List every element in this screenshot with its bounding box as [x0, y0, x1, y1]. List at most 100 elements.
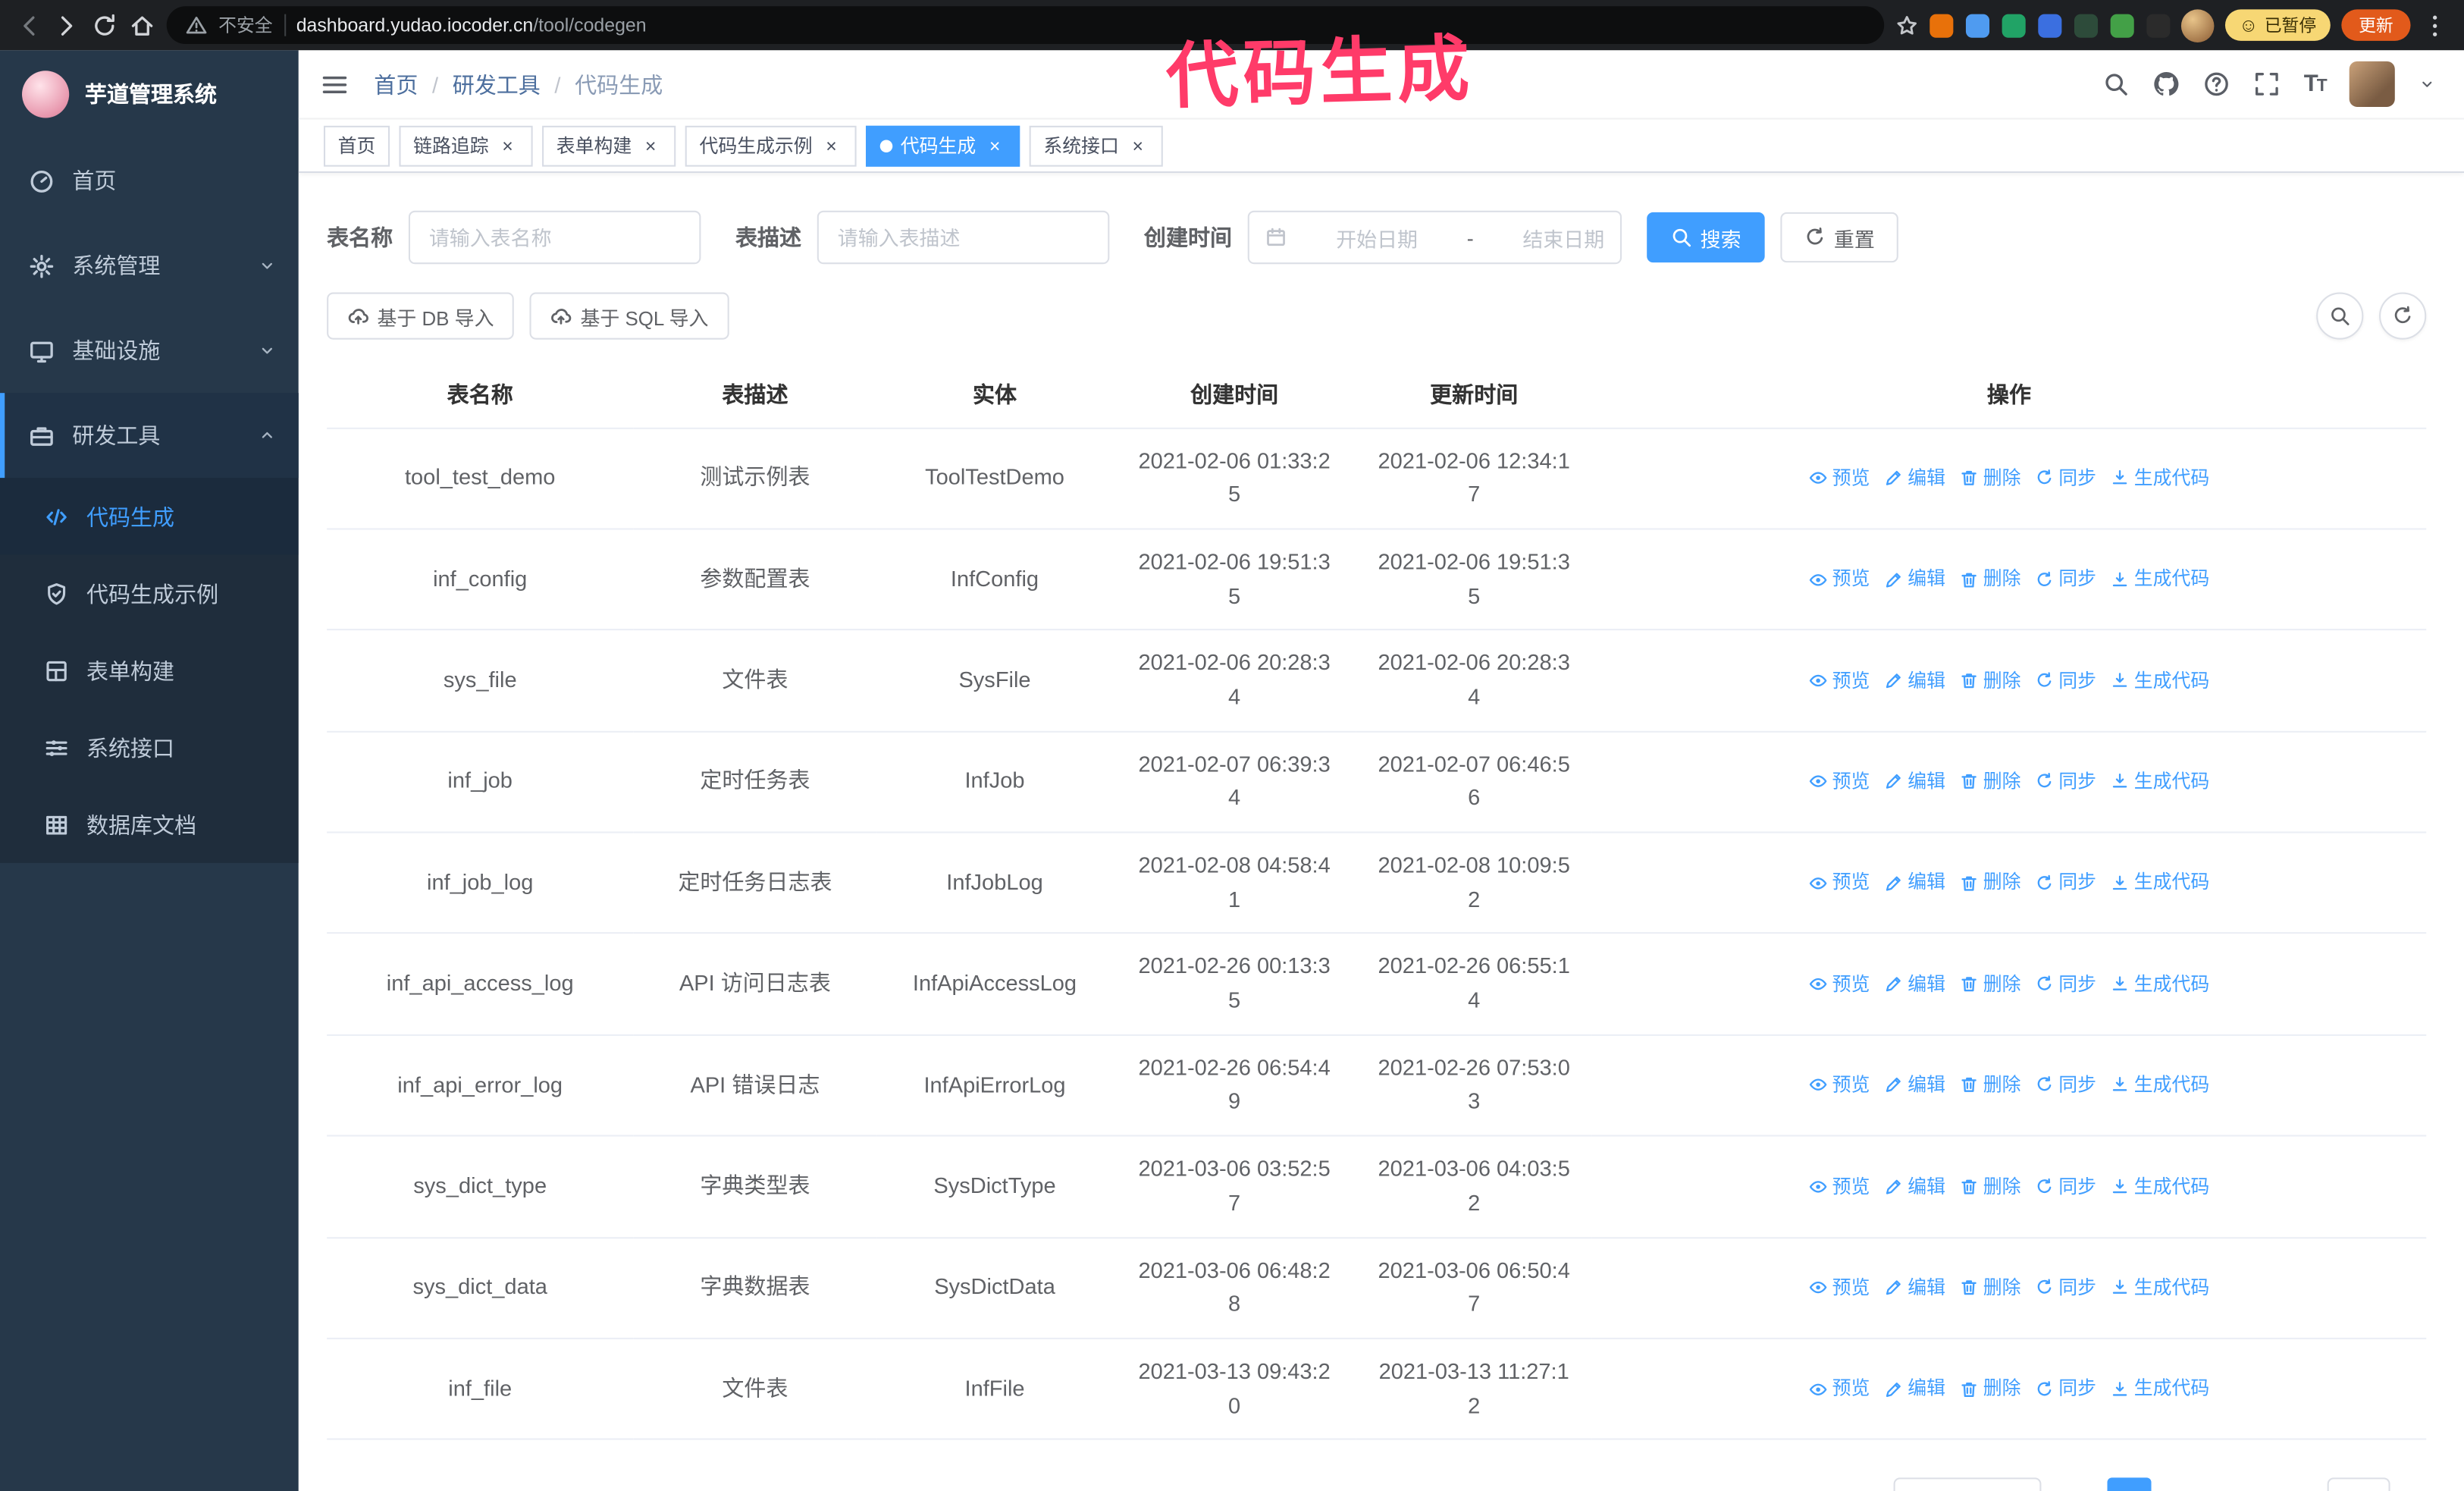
action-preview-link[interactable]: 预览: [1809, 767, 1870, 797]
browser-home-icon[interactable]: [129, 12, 155, 39]
sidebar-item-system-api[interactable]: 系统接口: [0, 709, 299, 786]
action-delete-link[interactable]: 删除: [1960, 969, 2020, 999]
action-sync-link[interactable]: 同步: [2035, 1374, 2096, 1404]
action-sync-link[interactable]: 同步: [2035, 1172, 2096, 1201]
action-sync-link[interactable]: 同步: [2035, 868, 2096, 898]
action-preview-link[interactable]: 预览: [1809, 1172, 1870, 1201]
extension-icon[interactable]: [2037, 13, 2061, 37]
browser-menu-icon[interactable]: [2422, 12, 2448, 39]
close-icon[interactable]: ×: [1127, 134, 1149, 156]
action-delete-link[interactable]: 删除: [1960, 767, 2020, 797]
action-generate-link[interactable]: 生成代码: [2111, 969, 2209, 999]
action-generate-link[interactable]: 生成代码: [2111, 767, 2209, 797]
action-edit-link[interactable]: 编辑: [1884, 463, 1945, 493]
table-name-input[interactable]: [408, 210, 701, 265]
search-button[interactable]: 搜索: [1647, 212, 1765, 263]
action-edit-link[interactable]: 编辑: [1884, 1273, 1945, 1303]
extension-icon[interactable]: [2110, 13, 2134, 37]
user-avatar[interactable]: [2349, 61, 2395, 107]
sidebar-item-home[interactable]: 首页: [0, 138, 299, 223]
action-generate-link[interactable]: 生成代码: [2111, 1374, 2209, 1404]
action-preview-link[interactable]: 预览: [1809, 969, 1870, 999]
action-generate-link[interactable]: 生成代码: [2111, 565, 2209, 595]
sidebar-item-codegen[interactable]: 代码生成: [0, 478, 299, 555]
action-sync-link[interactable]: 同步: [2035, 969, 2096, 999]
hamburger-icon[interactable]: [321, 70, 349, 98]
fullscreen-icon[interactable]: [2253, 71, 2280, 97]
reset-button[interactable]: 重置: [1780, 212, 1898, 263]
page-1-button[interactable]: 1: [2107, 1477, 2152, 1491]
action-edit-link[interactable]: 编辑: [1884, 1071, 1945, 1100]
paused-badge[interactable]: ☺ 已暂停: [2224, 9, 2331, 41]
github-icon[interactable]: [2153, 71, 2180, 97]
tab-home[interactable]: 首页: [323, 124, 390, 166]
search-icon[interactable]: [2102, 71, 2129, 97]
help-icon[interactable]: [2203, 71, 2230, 97]
action-delete-link[interactable]: 删除: [1960, 565, 2020, 595]
action-preview-link[interactable]: 预览: [1809, 666, 1870, 695]
action-edit-link[interactable]: 编辑: [1884, 868, 1945, 898]
action-sync-link[interactable]: 同步: [2035, 463, 2096, 493]
browser-back-icon[interactable]: [16, 12, 42, 39]
sidebar-item-infra[interactable]: 基础设施: [0, 308, 299, 393]
goto-page-input[interactable]: [2327, 1477, 2390, 1491]
page-2-button[interactable]: 2: [2161, 1478, 2205, 1491]
action-delete-link[interactable]: 删除: [1960, 1071, 2020, 1100]
next-page-button[interactable]: [2221, 1478, 2256, 1491]
bookmark-star-icon[interactable]: [1895, 14, 1918, 37]
action-generate-link[interactable]: 生成代码: [2111, 666, 2209, 695]
action-delete-link[interactable]: 删除: [1960, 1374, 2020, 1404]
action-delete-link[interactable]: 删除: [1960, 463, 2020, 493]
tab-form-builder[interactable]: 表单构建 ×: [542, 124, 676, 166]
extension-icon[interactable]: [2074, 13, 2098, 37]
browser-profile-avatar[interactable]: [2180, 8, 2214, 42]
chevron-down-icon[interactable]: [2419, 75, 2436, 93]
address-bar[interactable]: 不安全 dashboard.yudao.iocoder.cn/tool/code…: [166, 6, 1884, 45]
tab-codegen-demo[interactable]: 代码生成示例 ×: [685, 124, 857, 166]
tab-system-api[interactable]: 系统接口 ×: [1029, 124, 1163, 166]
close-icon[interactable]: ×: [497, 134, 519, 156]
prev-page-button[interactable]: [2057, 1478, 2092, 1491]
browser-update-button[interactable]: 更新: [2341, 9, 2411, 41]
import-sql-button[interactable]: 基于 SQL 导入: [530, 292, 729, 340]
close-icon[interactable]: ×: [984, 134, 1006, 156]
browser-reload-icon[interactable]: [91, 12, 118, 39]
sidebar-item-codegen-demo[interactable]: 代码生成示例: [0, 555, 299, 632]
action-sync-link[interactable]: 同步: [2035, 666, 2096, 695]
extension-icon[interactable]: [2146, 13, 2170, 37]
action-generate-link[interactable]: 生成代码: [2111, 1172, 2209, 1201]
extension-icon[interactable]: [2002, 13, 2026, 37]
extension-icon[interactable]: [1965, 13, 1989, 37]
action-generate-link[interactable]: 生成代码: [2111, 463, 2209, 493]
sidebar-item-system[interactable]: 系统管理: [0, 223, 299, 308]
action-generate-link[interactable]: 生成代码: [2111, 1273, 2209, 1303]
close-icon[interactable]: ×: [640, 134, 662, 156]
action-edit-link[interactable]: 编辑: [1884, 1374, 1945, 1404]
tab-trace[interactable]: 链路追踪 ×: [399, 124, 533, 166]
browser-forward-icon[interactable]: [53, 12, 80, 39]
action-delete-link[interactable]: 删除: [1960, 868, 2020, 898]
action-preview-link[interactable]: 预览: [1809, 1374, 1870, 1404]
action-preview-link[interactable]: 预览: [1809, 1273, 1870, 1303]
breadcrumb-item[interactable]: 研发工具: [453, 68, 541, 99]
action-preview-link[interactable]: 预览: [1809, 463, 1870, 493]
action-preview-link[interactable]: 预览: [1809, 565, 1870, 595]
action-edit-link[interactable]: 编辑: [1884, 565, 1945, 595]
action-edit-link[interactable]: 编辑: [1884, 1172, 1945, 1201]
action-delete-link[interactable]: 删除: [1960, 1273, 2020, 1303]
action-edit-link[interactable]: 编辑: [1884, 969, 1945, 999]
action-sync-link[interactable]: 同步: [2035, 1071, 2096, 1100]
action-delete-link[interactable]: 删除: [1960, 666, 2020, 695]
action-generate-link[interactable]: 生成代码: [2111, 1071, 2209, 1100]
action-sync-link[interactable]: 同步: [2035, 565, 2096, 595]
font-size-icon[interactable]: TT: [2304, 71, 2328, 97]
create-time-range-picker[interactable]: 开始日期 - 结束日期: [1247, 210, 1622, 265]
extension-icon[interactable]: [1929, 13, 1953, 37]
sidebar-logo[interactable]: 芋道管理系统: [0, 50, 299, 138]
action-edit-link[interactable]: 编辑: [1884, 767, 1945, 797]
action-preview-link[interactable]: 预览: [1809, 868, 1870, 898]
table-desc-input[interactable]: [817, 210, 1110, 265]
page-size-select[interactable]: 10条/页: [1893, 1477, 2042, 1491]
action-sync-link[interactable]: 同步: [2035, 1273, 2096, 1303]
sidebar-item-form-builder[interactable]: 表单构建: [0, 632, 299, 709]
